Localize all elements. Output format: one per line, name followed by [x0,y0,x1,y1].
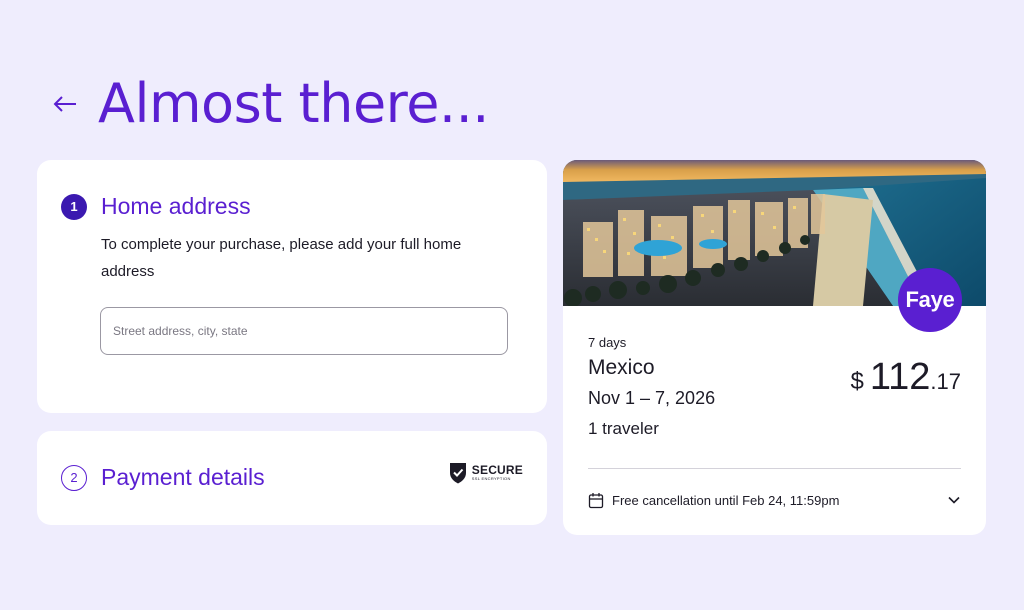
back-button[interactable] [52,91,78,117]
shield-check-icon [449,463,466,484]
trip-travelers: 1 traveler [588,419,659,438]
home-address-card: 1 Home address To complete your purchase… [37,160,547,413]
trip-dates: Nov 1 – 7, 2026 [588,388,716,408]
home-address-description: To complete your purchase, please add yo… [101,236,462,280]
step-number-badge: 1 [61,193,87,220]
payment-details-card[interactable]: 2 Payment details SECURE SSL ENCRYPTION [37,431,547,525]
price-whole: 112 [869,356,931,398]
price-cents: .17 [930,369,961,394]
cancellation-policy-toggle[interactable]: Free cancellation until Feb 24, 11:59pm [588,488,961,512]
cancellation-text: Free cancellation until Feb 24, 11:59pm [612,492,840,508]
street-address-input[interactable] [100,307,508,355]
page-header: Almost there... [52,72,489,135]
home-address-step-header: 1 Home address [61,193,251,220]
secure-sublabel: SSL ENCRYPTION [471,476,511,481]
checkout-page: Almost there... 1 Home address To comple… [0,0,1024,610]
chevron-down-icon[interactable] [947,495,961,505]
secure-text: SECURE SSL ENCRYPTION [472,464,523,482]
trip-destination: Mexico [588,356,655,379]
secure-badge: SECURE SSL ENCRYPTION [448,461,523,485]
payment-details-title: Payment details [101,464,265,490]
secure-label: SECURE [471,463,523,477]
divider [588,468,961,469]
calendar-icon [588,492,604,508]
trip-duration: 7 days [588,335,627,350]
home-address-title: Home address [101,193,251,219]
page-title: Almost there... [98,72,489,135]
brand-logo: Faye [898,268,962,332]
arrow-left-icon [53,95,76,112]
trip-price: $ 112 .17 [850,356,961,399]
price-currency: $ [850,368,864,395]
step-number-badge: 2 [61,464,87,491]
trip-summary-card: Faye 7 days Mexico Nov 1 – 7, 2026 1 tra… [563,160,986,535]
payment-step-header: 2 Payment details [61,464,265,491]
